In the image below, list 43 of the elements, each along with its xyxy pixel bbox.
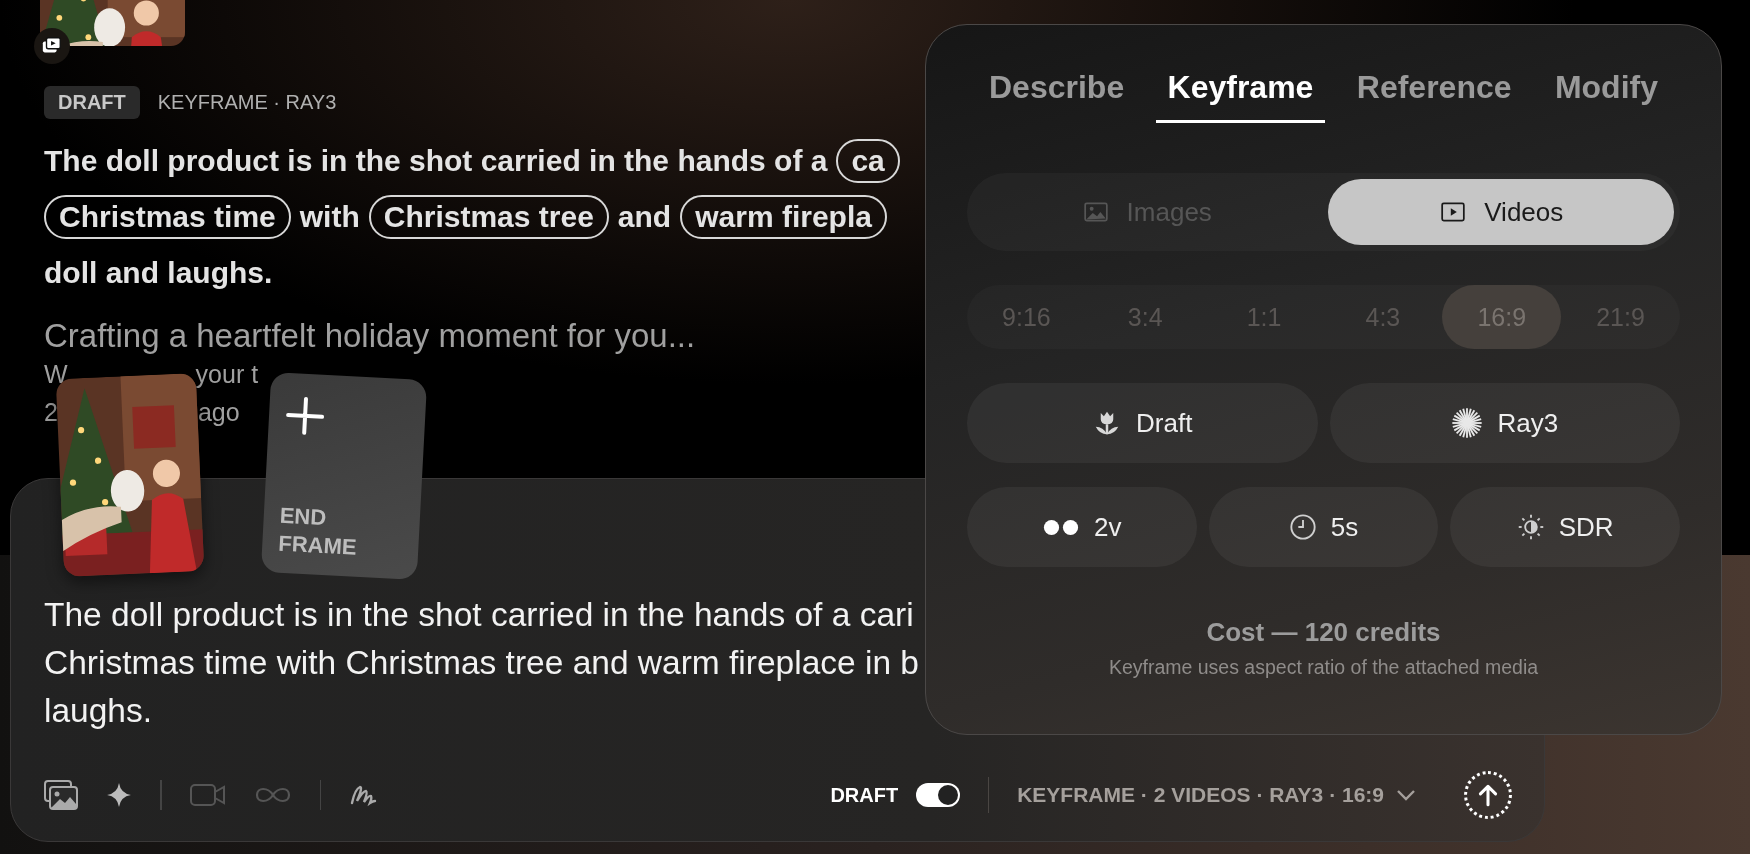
model-button[interactable]: Draft — [967, 383, 1318, 463]
prompt-text: with — [299, 200, 360, 234]
prompt-tag[interactable]: Christmas tree — [368, 195, 609, 239]
prompt-input-text[interactable]: The doll product is in the shot carried in the hands of a cari — [44, 591, 914, 639]
send-button[interactable] — [1464, 771, 1512, 819]
panel-tab[interactable]: Keyframe — [1155, 69, 1326, 123]
panel-tab[interactable]: Reference — [1344, 69, 1524, 123]
option-button[interactable]: SDR — [1450, 487, 1680, 567]
prompt-tag[interactable]: warm firepla — [680, 195, 887, 239]
chevron-icon — [1396, 789, 1416, 801]
plus-icon — [284, 394, 327, 437]
option-button[interactable]: 5s — [1208, 487, 1439, 567]
prompt-text: doll and laughs. — [44, 256, 273, 290]
prompt-text: The doll product is in the shot carried in the hands of a — [44, 144, 828, 178]
scribble-icon[interactable] — [349, 783, 377, 807]
generation-meta: KEYFRAME · RAY3 — [157, 91, 337, 114]
prompt-text: and — [617, 200, 672, 234]
status-text: ago — [197, 397, 240, 427]
status-text: your t — [195, 359, 259, 389]
status-text: W — [44, 359, 68, 389]
starburst-icon — [1451, 407, 1484, 439]
clock-icon — [1288, 513, 1317, 541]
brightness-icon — [1516, 513, 1545, 541]
prompt-input-text[interactable]: laughs. — [44, 687, 153, 735]
media-type-option[interactable]: Videos — [1327, 179, 1674, 245]
draft-toggle-label: DRAFT — [830, 783, 899, 807]
sparkle-icon[interactable] — [106, 782, 132, 808]
prompt-tag[interactable]: ca — [836, 139, 900, 183]
panel-tab[interactable]: Describe — [977, 69, 1137, 123]
end-frame-button[interactable]: END FRAME — [260, 372, 428, 580]
cost-note: Keyframe uses aspect ratio of the attached media — [1107, 656, 1540, 679]
settings-summary-button[interactable]: KEYFRAME · 2 VIDEOS · RAY3 · 16:9 — [988, 777, 1446, 813]
prompt-tag[interactable]: Christmas time — [44, 195, 291, 239]
prompt-input-text[interactable]: Christmas time with Christmas tree and warm fireplace in b — [44, 639, 919, 687]
draft-label: DRAFT — [44, 86, 140, 119]
draft-toggle[interactable] — [916, 783, 961, 807]
dots-icon — [1042, 517, 1081, 537]
panel-tab[interactable]: Modify — [1542, 69, 1670, 123]
option-button[interactable]: 2v — [967, 487, 1197, 567]
status-text: 2 — [44, 397, 58, 427]
model-button[interactable]: Ray3 — [1329, 383, 1680, 463]
gallery-icon[interactable] — [44, 780, 78, 810]
cost-text: Cost — 120 credits — [1205, 617, 1442, 648]
